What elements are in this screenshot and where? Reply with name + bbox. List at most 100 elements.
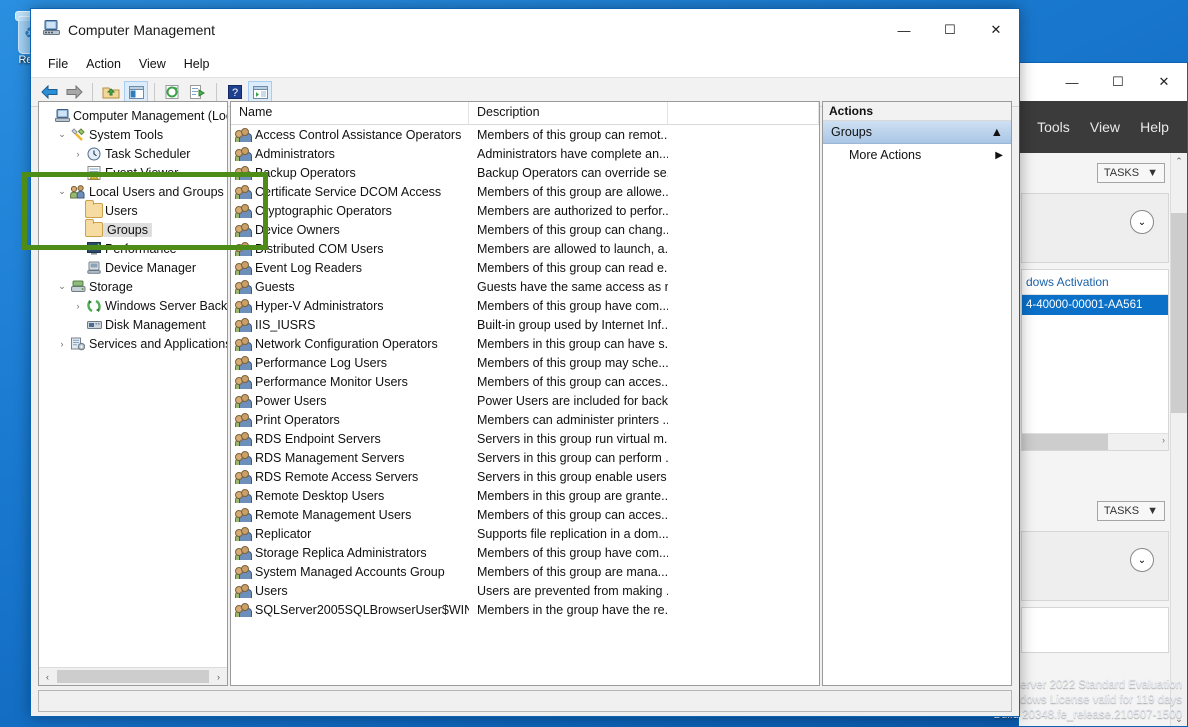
column-header-name[interactable]: Name	[231, 102, 469, 124]
tree-hscrollbar[interactable]: ‹ ›	[39, 667, 227, 685]
tree-item-windows-server-backup[interactable]: ›Windows Server Backup	[39, 296, 227, 315]
expander-collapsed-icon[interactable]: ›	[71, 149, 85, 159]
show-hide-console-tree-button[interactable]	[124, 81, 148, 103]
tree-item-performance[interactable]: Performance	[39, 239, 227, 258]
table-row[interactable]: Cryptographic OperatorsMembers are autho…	[231, 201, 819, 220]
tree-item-local-users-and-groups[interactable]: ⌄Local Users and Groups	[39, 182, 227, 201]
expander-expanded-icon[interactable]: ⌄	[55, 281, 69, 292]
menu-view[interactable]: View	[130, 54, 175, 74]
table-row[interactable]: RDS Remote Access ServersServers in this…	[231, 467, 819, 486]
back-button[interactable]	[37, 81, 61, 103]
help-button[interactable]: ?	[223, 81, 247, 103]
expander-expanded-icon[interactable]: ⌄	[55, 186, 69, 197]
collapse-up-icon[interactable]: ▲	[991, 125, 1003, 139]
tree-item-event-viewer[interactable]: ›Event Viewer	[39, 163, 227, 182]
tree-item-icon-wrapper	[69, 337, 87, 351]
table-row[interactable]: ReplicatorSupports file replication in a…	[231, 524, 819, 543]
group-description: Supports file replication in a dom...	[469, 527, 668, 541]
tree-item-disk-management[interactable]: Disk Management	[39, 315, 227, 334]
table-row[interactable]: Performance Monitor UsersMembers of this…	[231, 372, 819, 391]
server-manager-menu-view[interactable]: View	[1090, 119, 1120, 135]
table-row[interactable]: Backup OperatorsBackup Operators can ove…	[231, 163, 819, 182]
table-row[interactable]: IIS_IUSRSBuilt-in group used by Internet…	[231, 315, 819, 334]
tree-item-device-manager[interactable]: Device Manager	[39, 258, 227, 277]
table-row[interactable]: Storage Replica AdministratorsMembers of…	[231, 543, 819, 562]
maximize-button[interactable]: ☐	[927, 9, 973, 51]
forward-button[interactable]	[62, 81, 86, 103]
computer-management-window[interactable]: Computer Management — ☐ ✕ File Action Vi…	[30, 8, 1020, 717]
tasks-dropdown-1[interactable]: TASKS ▼	[1097, 163, 1165, 183]
server-manager-menu-tools[interactable]: Tools	[1037, 119, 1070, 135]
tree-item-label: Users	[103, 204, 140, 218]
table-row[interactable]: UsersUsers are prevented from making ...	[231, 581, 819, 600]
expander-expanded-icon[interactable]: ⌄	[55, 129, 69, 140]
groups-list-pane[interactable]: Name Description Access Control Assistan…	[230, 101, 820, 686]
tree-item-users[interactable]: Users	[39, 201, 227, 220]
chevron-right-icon[interactable]: ›	[1162, 435, 1165, 445]
table-row[interactable]: Hyper-V AdministratorsMembers of this gr…	[231, 296, 819, 315]
tasks-dropdown-2[interactable]: TASKS ▼	[1097, 501, 1165, 521]
expander-collapsed-icon[interactable]: ›	[71, 168, 85, 178]
table-row[interactable]: Remote Desktop UsersMembers in this grou…	[231, 486, 819, 505]
show-hide-action-pane-button[interactable]	[248, 81, 272, 103]
server-manager-menu-help[interactable]: Help	[1140, 119, 1169, 135]
table-row[interactable]: GuestsGuests have the same access as m..…	[231, 277, 819, 296]
table-row[interactable]: RDS Management ServersServers in this gr…	[231, 448, 819, 467]
server-manager-minimize-button[interactable]: —	[1049, 63, 1095, 101]
chevron-down-icon[interactable]: ⌄	[1130, 548, 1154, 572]
server-manager-window[interactable]: — ☐ ✕ Tools View Help TASKS ▼ ⌄	[1018, 62, 1188, 727]
tree-hscroll-thumb[interactable]	[57, 670, 209, 683]
chevron-down-icon[interactable]: ⌄	[1130, 210, 1154, 234]
server-manager-vscrollbar[interactable]: ⌃ ⌄	[1170, 153, 1187, 727]
table-row[interactable]: System Managed Accounts GroupMembers of …	[231, 562, 819, 581]
toolbar-separator-3	[216, 83, 217, 101]
table-row[interactable]: Certificate Service DCOM AccessMembers o…	[231, 182, 819, 201]
scroll-up-icon[interactable]: ⌃	[1171, 153, 1187, 170]
scroll-right-icon[interactable]: ›	[210, 672, 227, 682]
refresh-button[interactable]	[161, 81, 185, 103]
activation-panel-selected-row[interactable]: 4-40000-00001-AA561	[1022, 295, 1168, 315]
table-row[interactable]: Distributed COM UsersMembers are allowed…	[231, 239, 819, 258]
table-row[interactable]: Event Log ReadersMembers of this group c…	[231, 258, 819, 277]
table-row[interactable]: Network Configuration OperatorsMembers i…	[231, 334, 819, 353]
table-row[interactable]: Power UsersPower Users are included for …	[231, 391, 819, 410]
server-manager-close-button[interactable]: ✕	[1141, 63, 1187, 101]
expander-collapsed-icon[interactable]: ›	[71, 301, 85, 311]
table-row[interactable]: RDS Endpoint ServersServers in this grou…	[231, 429, 819, 448]
server-manager-tile-2[interactable]: ⌄	[1021, 531, 1169, 601]
backup-icon	[87, 299, 102, 313]
table-row[interactable]: Remote Management UsersMembers of this g…	[231, 505, 819, 524]
hscroll-thumb[interactable]	[1022, 434, 1108, 450]
table-row[interactable]: SQLServer2005SQLBrowserUser$WIN-1...Memb…	[231, 600, 819, 619]
table-row[interactable]: AdministratorsAdministrators have comple…	[231, 144, 819, 163]
actions-group-groups[interactable]: Groups ▲	[823, 121, 1011, 144]
export-list-button[interactable]	[186, 81, 210, 103]
column-header-description[interactable]: Description	[469, 102, 668, 124]
server-manager-tile-1[interactable]: ⌄	[1021, 193, 1169, 263]
console-tree-pane[interactable]: Computer Management (Local⌄System Tools›…	[38, 101, 228, 686]
tree-item-services-and-applications[interactable]: ›Services and Applications	[39, 334, 227, 353]
tree-item-computer-management-local[interactable]: Computer Management (Local	[39, 106, 227, 125]
menu-file[interactable]: File	[39, 54, 77, 74]
menu-action[interactable]: Action	[77, 54, 130, 74]
table-row[interactable]: Performance Log UsersMembers of this gro…	[231, 353, 819, 372]
action-more-actions[interactable]: More Actions ▶	[823, 144, 1011, 166]
column-header-extra[interactable]	[668, 102, 819, 124]
table-row[interactable]: Print OperatorsMembers can administer pr…	[231, 410, 819, 429]
tree-item-groups[interactable]: Groups	[39, 220, 227, 239]
up-one-level-button[interactable]	[99, 81, 123, 103]
close-button[interactable]: ✕	[973, 9, 1019, 51]
actions-pane[interactable]: Actions Groups ▲ More Actions ▶	[822, 101, 1012, 686]
tree-item-storage[interactable]: ⌄Storage	[39, 277, 227, 296]
table-row[interactable]: Access Control Assistance OperatorsMembe…	[231, 125, 819, 144]
activation-panel-hscrollbar[interactable]: ›	[1022, 433, 1168, 450]
tree-item-task-scheduler[interactable]: ›Task Scheduler	[39, 144, 227, 163]
expander-collapsed-icon[interactable]: ›	[55, 339, 69, 349]
table-row[interactable]: Device OwnersMembers of this group can c…	[231, 220, 819, 239]
scroll-left-icon[interactable]: ‹	[39, 672, 56, 682]
menu-help[interactable]: Help	[175, 54, 219, 74]
tree-item-system-tools[interactable]: ⌄System Tools	[39, 125, 227, 144]
server-manager-maximize-button[interactable]: ☐	[1095, 63, 1141, 101]
vscroll-thumb[interactable]	[1171, 213, 1187, 413]
minimize-button[interactable]: —	[881, 9, 927, 51]
